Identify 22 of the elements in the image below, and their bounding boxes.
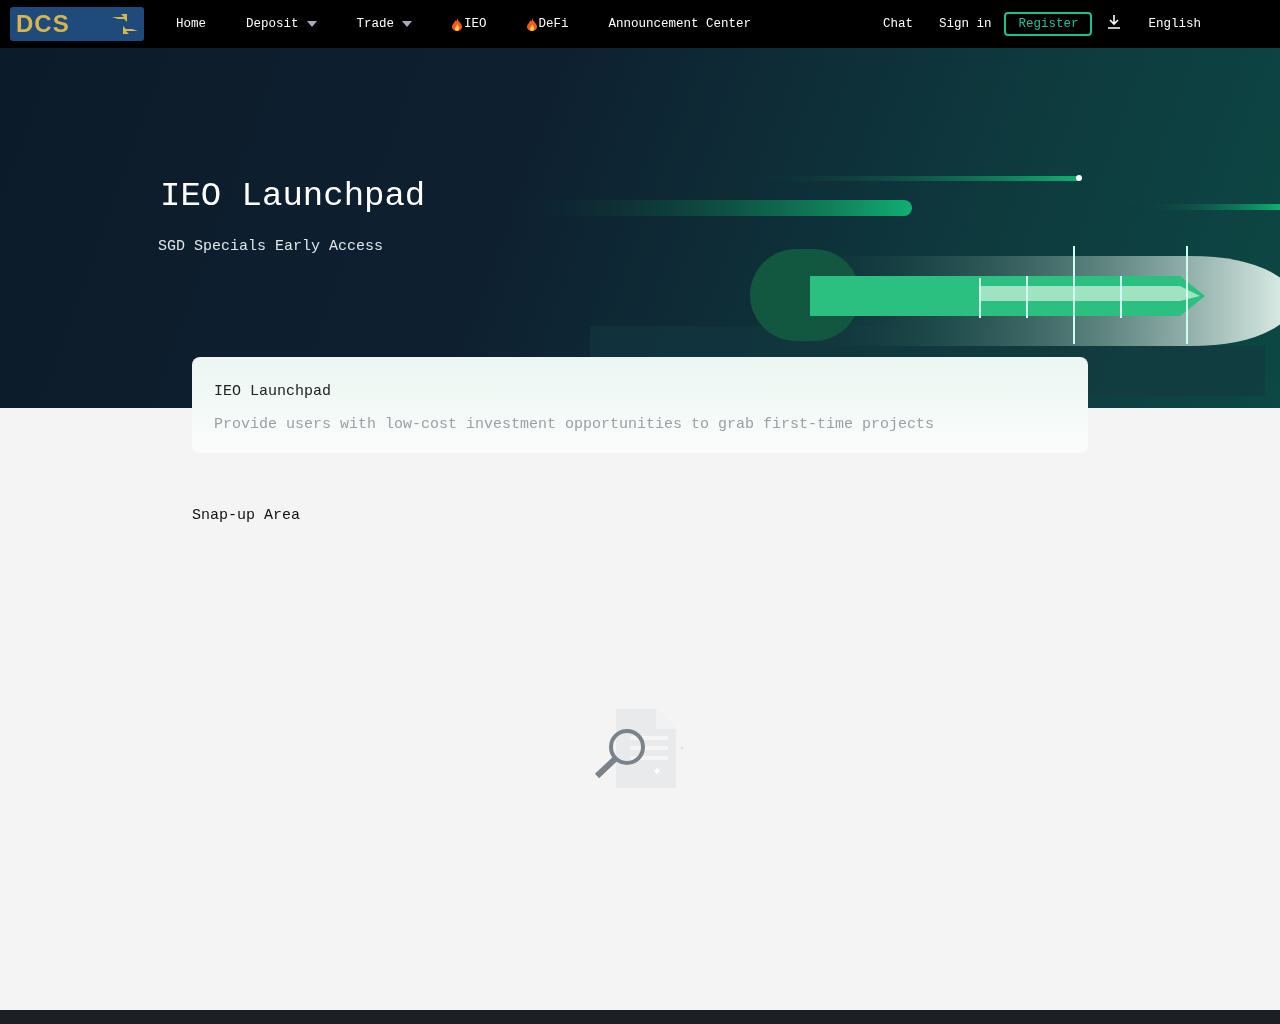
flame-icon <box>526 17 537 31</box>
logo-text: DCS <box>16 12 70 36</box>
section-title: Snap-up Area <box>192 507 302 524</box>
register-button[interactable]: Register <box>1004 12 1093 36</box>
caret-icon <box>402 21 413 27</box>
nav-dropdown[interactable]: Trade <box>356 17 413 31</box>
nav-link[interactable]: Chat <box>882 17 913 31</box>
hero-subtitle: SGD Specials Early Access <box>158 238 385 255</box>
caret-icon <box>306 21 317 27</box>
nav-link[interactable]: IEO <box>452 17 487 31</box>
card-description: Provide users with low-cost investment opportunities to grab first-time projects <box>214 416 936 433</box>
nav-link[interactable]: Sign in <box>938 17 992 31</box>
nav-link[interactable]: Home <box>176 17 206 31</box>
hero-title: IEO Launchpad <box>160 176 427 216</box>
card-title: IEO Launchpad <box>214 383 333 400</box>
nav-dropdown[interactable]: Deposit <box>246 17 317 31</box>
flame-icon <box>452 17 463 31</box>
nav-link[interactable]: DeFi <box>526 17 569 31</box>
download-icon[interactable] <box>1108 15 1121 29</box>
nav-link[interactable]: Announcement Center <box>608 17 752 31</box>
nav-link[interactable]: English <box>1148 17 1201 31</box>
logo[interactable]: DCS <box>10 7 144 41</box>
